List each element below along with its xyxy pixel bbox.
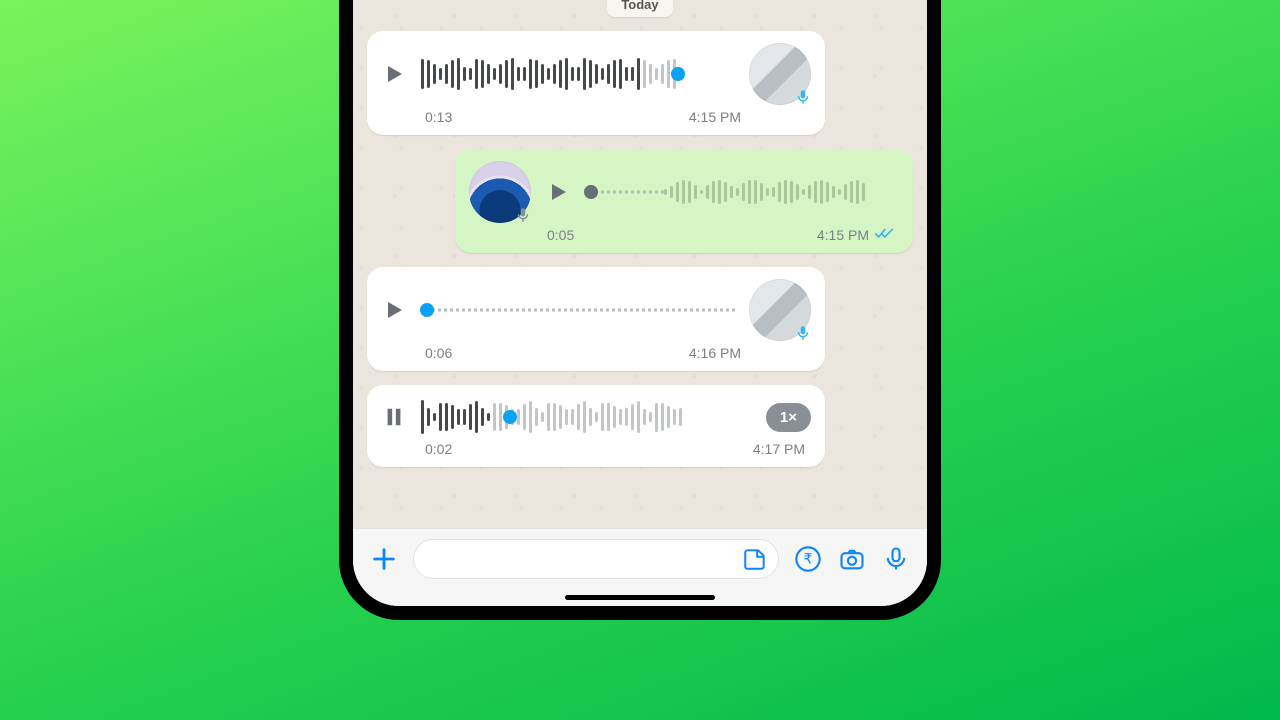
chat-scroll[interactable]: Today 0:13 4:15 [353, 0, 927, 528]
mic-button[interactable] [881, 544, 911, 574]
message-time: 4:15 PM [817, 227, 869, 243]
home-indicator [565, 595, 715, 600]
attach-button[interactable] [369, 544, 399, 574]
play-button[interactable] [545, 179, 571, 205]
message-time: 4:15 PM [689, 109, 741, 125]
voice-duration: 0:13 [425, 109, 452, 125]
voice-message-playing[interactable]: 1× 0:02 4:17 PM [367, 385, 825, 467]
play-button[interactable] [381, 61, 407, 87]
sender-avatar[interactable] [469, 161, 531, 223]
message-input[interactable] [413, 539, 779, 579]
voice-duration: 0:05 [547, 227, 574, 243]
mic-icon [793, 87, 813, 107]
playback-speed-button[interactable]: 1× [766, 403, 811, 432]
payments-icon[interactable]: ₹ [793, 544, 823, 574]
mic-icon [793, 323, 813, 343]
phone-frame: Today 0:13 4:15 [339, 0, 941, 620]
sender-avatar[interactable] [749, 279, 811, 341]
voice-message-incoming[interactable]: 0:13 4:15 PM [367, 31, 825, 135]
date-separator: Today [607, 0, 672, 17]
waveform[interactable] [585, 172, 899, 212]
message-time: 4:17 PM [753, 441, 805, 457]
voice-duration: 0:02 [425, 441, 452, 457]
waveform[interactable] [421, 290, 735, 330]
message-time: 4:16 PM [689, 345, 741, 361]
sender-avatar[interactable] [749, 43, 811, 105]
waveform[interactable] [421, 397, 752, 437]
sticker-icon[interactable] [742, 546, 768, 572]
waveform[interactable] [421, 54, 735, 94]
mic-icon [513, 205, 533, 225]
voice-duration: 0:06 [425, 345, 452, 361]
svg-text:₹: ₹ [804, 550, 813, 566]
camera-icon[interactable] [837, 544, 867, 574]
play-button[interactable] [381, 297, 407, 323]
voice-message-outgoing[interactable]: 0:05 4:15 PM [455, 149, 913, 253]
read-receipt-icon [875, 227, 893, 243]
voice-message-incoming[interactable]: 0:06 4:16 PM [367, 267, 825, 371]
pause-button[interactable] [381, 404, 407, 430]
chat-screen: Today 0:13 4:15 [353, 0, 927, 606]
